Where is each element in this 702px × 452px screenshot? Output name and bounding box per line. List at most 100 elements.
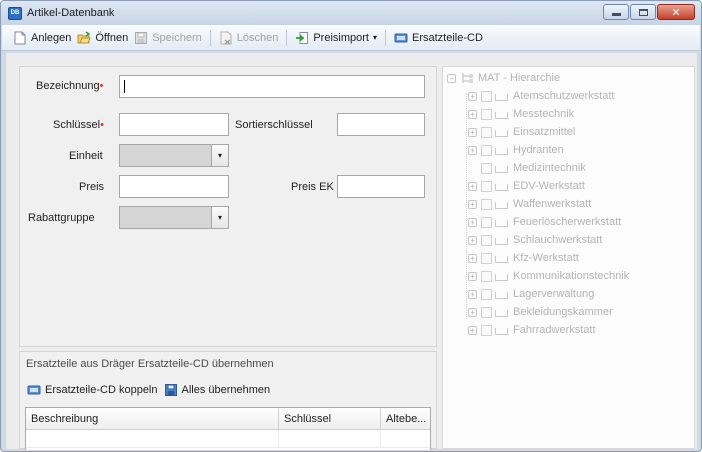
price-ek-field[interactable] <box>337 175 425 198</box>
chevron-down-icon[interactable]: ▾ <box>211 207 228 228</box>
tree-checkbox[interactable] <box>481 162 492 174</box>
tree-node[interactable]: + Atemschutzwerkstatt <box>468 87 614 105</box>
tree-checkbox[interactable] <box>481 126 492 138</box>
sort-key-field[interactable] <box>337 113 425 136</box>
expand-icon[interactable]: + <box>468 271 477 281</box>
tree-checkbox[interactable] <box>481 90 492 102</box>
spare-parts-title: Ersatzteile aus Dräger Ersatzteile-CD üb… <box>26 358 274 370</box>
column-header-description[interactable]: Beschreibung <box>26 408 279 429</box>
tree-node[interactable]: + EDV-Werkstatt <box>468 177 585 195</box>
folder-icon <box>495 220 508 227</box>
delete-label: Löschen <box>236 31 279 44</box>
table-row[interactable] <box>26 430 430 448</box>
tree-node-label: Lagerverwaltung <box>513 288 595 300</box>
expand-icon[interactable]: + <box>468 289 477 299</box>
article-form: Bezeichnung• Schlüssel• Sortierschlüssel… <box>19 66 437 347</box>
tree-node[interactable]: + Kommunikationstechnik <box>468 267 629 285</box>
tree-root[interactable]: − MAT - Hierarchie <box>447 69 560 87</box>
tree-node[interactable]: + Fahrradwerkstatt <box>468 321 596 339</box>
save-disk-icon <box>134 31 148 45</box>
tree-guide-line <box>466 93 467 319</box>
price-input[interactable] <box>120 176 228 197</box>
designation-field[interactable] <box>119 75 425 98</box>
column-header-old[interactable]: Altebe... <box>381 408 430 429</box>
tree-checkbox[interactable] <box>481 144 492 156</box>
tree-node[interactable]: + Bekleidungskammer <box>468 303 613 321</box>
tree-checkbox[interactable] <box>481 288 492 300</box>
expand-icon[interactable]: + <box>468 91 477 101</box>
folder-icon <box>495 310 508 317</box>
expand-icon[interactable]: + <box>468 325 477 335</box>
couple-cd-button[interactable]: Ersatzteile-CD koppeln <box>24 380 161 400</box>
spare-parts-cd-icon <box>394 31 408 45</box>
tree-checkbox[interactable] <box>481 270 492 282</box>
expand-icon[interactable]: + <box>468 307 477 317</box>
sort-key-label: Sortierschlüssel <box>235 119 313 131</box>
tree-node[interactable]: + Lagerverwaltung <box>468 285 594 303</box>
expand-icon[interactable]: + <box>468 217 477 227</box>
tree-checkbox[interactable] <box>481 306 492 318</box>
expand-icon[interactable]: + <box>468 235 477 245</box>
tree-node[interactable]: + Hydranten <box>468 141 564 159</box>
couple-cd-label: Ersatzteile-CD koppeln <box>45 384 158 396</box>
folder-icon <box>495 274 508 281</box>
key-input[interactable] <box>120 114 228 135</box>
expand-icon[interactable]: + <box>468 145 477 155</box>
unit-label: Einheit <box>69 150 103 162</box>
price-field[interactable] <box>119 175 229 198</box>
discount-group-label: Rabattgruppe <box>28 212 95 224</box>
key-field[interactable] <box>119 113 229 136</box>
tree-node[interactable]: Medizintechnik <box>468 159 586 177</box>
open-button[interactable]: Öffnen <box>74 28 131 48</box>
expand-icon[interactable]: + <box>468 127 477 137</box>
take-all-label: Alles übernehmen <box>181 384 271 396</box>
table-header: Beschreibung Schlüssel Altebe... <box>26 408 430 430</box>
price-ek-input[interactable] <box>338 176 424 197</box>
maximize-button[interactable] <box>630 4 656 20</box>
expand-icon[interactable]: + <box>468 253 477 263</box>
tree-checkbox[interactable] <box>481 198 492 210</box>
expand-icon[interactable]: + <box>468 109 477 119</box>
unit-select[interactable]: ▾ <box>119 144 229 167</box>
column-header-key[interactable]: Schlüssel <box>279 408 381 429</box>
save-button[interactable]: Speichern <box>131 28 205 48</box>
tree-node[interactable]: + Waffenwerkstatt <box>468 195 591 213</box>
tree-node[interactable]: + Einsatzmittel <box>468 123 575 141</box>
folder-icon <box>495 202 508 209</box>
toolbar-separator <box>384 29 386 46</box>
close-button[interactable]: ✕ <box>657 4 695 20</box>
collapse-icon[interactable]: − <box>447 73 456 83</box>
tree-node[interactable]: + Schlauchwerkstatt <box>468 231 602 249</box>
hierarchy-icon <box>460 71 474 85</box>
tree-node-label: Kfz-Werkstatt <box>513 252 579 264</box>
tree-node[interactable]: + Feuerlöscherwerkstatt <box>468 213 621 231</box>
window-controls: ✕ <box>602 4 695 20</box>
hierarchy-tree: − MAT - Hierarchie + Atemschutzwerkstatt … <box>442 66 695 449</box>
delete-button[interactable]: Löschen <box>216 28 282 48</box>
tree-checkbox[interactable] <box>481 252 492 264</box>
discount-group-select[interactable]: ▾ <box>119 206 229 229</box>
tree-node[interactable]: + Kfz-Werkstatt <box>468 249 579 267</box>
take-all-button[interactable]: Alles übernehmen <box>161 380 274 400</box>
chevron-down-icon[interactable]: ▾ <box>211 145 228 166</box>
new-label: Anlegen <box>31 31 72 44</box>
tree-checkbox[interactable] <box>481 324 492 336</box>
designation-input[interactable] <box>120 76 424 97</box>
tree-checkbox[interactable] <box>481 180 492 192</box>
new-button[interactable]: Anlegen <box>10 28 74 48</box>
tree-node-label: Fahrradwerkstatt <box>513 324 596 336</box>
maximize-icon <box>638 8 648 16</box>
expand-icon[interactable]: + <box>468 199 477 209</box>
spare-parts-cd-button[interactable]: Ersatzteile-CD <box>391 28 486 48</box>
tree-checkbox[interactable] <box>481 234 492 246</box>
tree-checkbox[interactable] <box>481 216 492 228</box>
sort-key-input[interactable] <box>338 114 424 135</box>
price-import-dropdown[interactable]: Preisimport ▾ <box>292 28 380 48</box>
minimize-button[interactable] <box>603 4 629 20</box>
tree-node[interactable]: + Messtechnik <box>468 105 574 123</box>
expand-icon[interactable]: + <box>468 181 477 191</box>
folder-icon <box>495 184 508 191</box>
tree-checkbox[interactable] <box>481 108 492 120</box>
chevron-down-icon: ▾ <box>372 33 377 42</box>
